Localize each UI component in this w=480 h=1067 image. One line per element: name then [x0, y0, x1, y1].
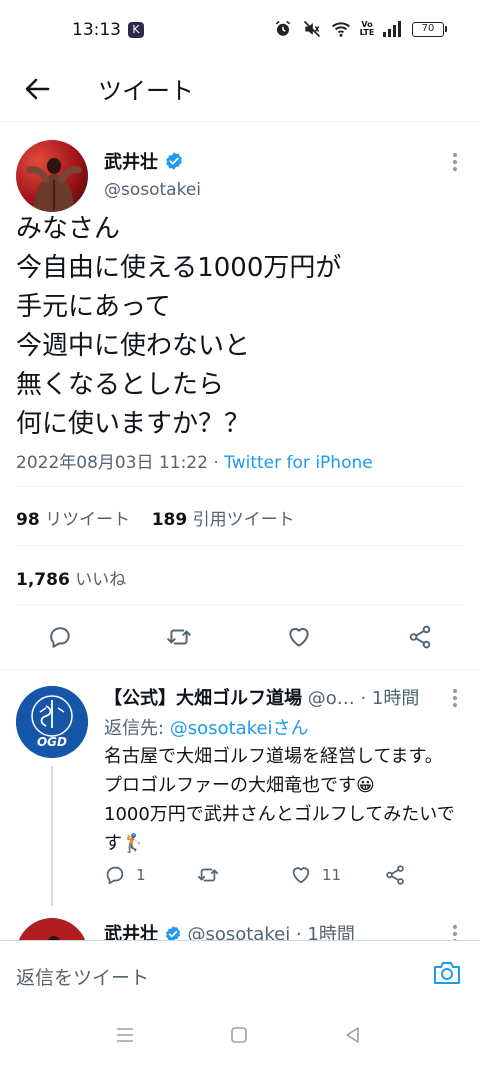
top-app-bar: ツイート: [0, 60, 480, 122]
reply-icon: [50, 627, 70, 648]
reply-header: 【公式】大畑ゴルフ道場 @o… · 1時間: [104, 684, 434, 710]
more-vertical-icon: [453, 925, 457, 940]
back-button[interactable]: [20, 72, 54, 106]
share-icon: [386, 865, 404, 885]
wifi-icon: [331, 19, 351, 39]
reply-to-label: 返信先:: [104, 718, 170, 739]
likes-stat[interactable]: 1,786 いいね: [16, 565, 126, 590]
reply-reply-button[interactable]: 1: [104, 860, 146, 890]
reply-more-options-button[interactable]: [452, 688, 458, 712]
more-options-button[interactable]: [452, 152, 458, 176]
volte-icon: Vo LTE: [359, 20, 375, 37]
verified-badge-icon: [166, 152, 182, 170]
heart-icon: [292, 867, 310, 884]
reply-to-mention[interactable]: @sosotakeiさん: [170, 718, 309, 739]
divider: [16, 486, 464, 487]
retweets-stat[interactable]: 98 リツイート: [16, 510, 130, 530]
main-tweet: 武井壮 @sosotakei みなさん 今自由に使える1000万円が 手元にあっ…: [0, 122, 480, 670]
back-nav-button[interactable]: [344, 1026, 362, 1048]
triangle-back-icon: [346, 1027, 359, 1043]
status-bar: 13:13 K Vo LTE 70: [0, 0, 480, 60]
divider: [16, 545, 464, 546]
recents-button[interactable]: [115, 1026, 135, 1048]
reply-author-handle[interactable]: @o…: [308, 688, 355, 709]
page-title: ツイート: [98, 77, 194, 105]
author-line[interactable]: 武井壮: [104, 148, 184, 174]
retweets-label: リツイート: [45, 510, 131, 530]
reply-text: 名古屋で大畑ゴルフ道場を経営してます。プロゴルファーの大畑竜也です😀 1000万…: [104, 746, 455, 854]
reply-to-line: 返信先: @sosotakeiさん: [104, 714, 309, 740]
retweet-icon: [197, 868, 219, 882]
reply-retweet-button[interactable]: [196, 860, 230, 890]
reply-like-count: 11: [322, 866, 342, 884]
tweet-actions: [0, 619, 480, 655]
battery-icon: 70: [412, 21, 447, 37]
retweet-icon: [167, 629, 191, 645]
verified-badge-icon: [165, 926, 180, 940]
heart-icon: [289, 627, 309, 647]
menu-lines-icon: [117, 1028, 133, 1042]
more-vertical-icon: [453, 689, 457, 707]
divider: [16, 604, 464, 605]
camera-button[interactable]: [432, 959, 462, 991]
reply-time: · 1時間: [295, 924, 355, 940]
meta-separator: ·: [207, 453, 225, 473]
reply-tweet[interactable]: 武井壮 @sosotakei · 1時間: [0, 910, 480, 940]
author-name[interactable]: 武井壮: [104, 148, 158, 174]
system-navigation-bar: [0, 1008, 480, 1067]
retweet-button[interactable]: [161, 619, 197, 655]
thread-line: [51, 766, 53, 906]
camera-icon: [434, 962, 460, 984]
retweets-count: 98: [16, 510, 40, 530]
likes-count: 1,786: [16, 570, 70, 590]
reply-author-name[interactable]: 武井壮: [104, 924, 158, 940]
more-vertical-icon: [453, 153, 457, 171]
tweet-source[interactable]: Twitter for iPhone: [224, 453, 373, 473]
home-button[interactable]: [230, 1026, 248, 1048]
reply-like-button[interactable]: 11: [290, 860, 341, 890]
reply-share-button[interactable]: [384, 860, 406, 890]
reply-time: · 1時間: [360, 688, 420, 709]
likes-label: いいね: [75, 570, 127, 590]
share-button[interactable]: [402, 619, 438, 655]
arrow-left-icon: [25, 78, 50, 100]
reply-icon: [106, 866, 124, 885]
tweet-meta: 2022年08月03日 11:22 · Twitter for iPhone: [16, 448, 373, 473]
reply-count: 1: [136, 866, 146, 884]
tweet-timestamp[interactable]: 2022年08月03日 11:22: [16, 453, 208, 473]
avatar-text: OGD: [37, 735, 67, 749]
status-icons: Vo LTE 70: [273, 19, 447, 39]
author-handle[interactable]: @sosotakei: [104, 180, 201, 200]
mute-icon: [302, 19, 322, 39]
quotes-label: 引用ツイート: [192, 510, 295, 530]
quotes-count: 189: [151, 510, 188, 530]
reply-composer[interactable]: 返信をツイート: [0, 940, 480, 1008]
status-time: 13:13: [72, 20, 121, 40]
reply-header: 武井壮 @sosotakei · 1時間: [104, 920, 434, 940]
tweet-text: みなさん 今自由に使える1000万円が 手元にあって 今週中に使わないと 無くな…: [16, 214, 342, 439]
reply-button[interactable]: [42, 619, 78, 655]
signal-icon: [383, 19, 403, 39]
reply-author-name[interactable]: 【公式】大畑ゴルフ道場: [104, 688, 302, 709]
like-button[interactable]: [281, 619, 317, 655]
reply-more-options-button[interactable]: [452, 924, 458, 940]
square-icon: [231, 1027, 247, 1043]
share-icon: [409, 625, 431, 649]
reply-author-handle[interactable]: @sosotakei: [187, 924, 290, 940]
avatar[interactable]: [16, 140, 88, 212]
reply-input[interactable]: 返信をツイート: [16, 963, 149, 990]
avatar[interactable]: OGD: [16, 686, 88, 758]
alarm-icon: [273, 19, 293, 39]
app-notification-icon: K: [128, 22, 144, 38]
reply-tweet[interactable]: OGD 【公式】大畑ゴルフ道場 @o… · 1時間 返信先: @sosotake…: [0, 670, 480, 910]
quotes-stat[interactable]: 189 引用ツイート: [152, 510, 295, 530]
reply-actions: 1 11: [104, 860, 434, 890]
engagement-stats: 98 リツイート 189 引用ツイート: [16, 505, 295, 530]
avatar[interactable]: [16, 918, 88, 940]
